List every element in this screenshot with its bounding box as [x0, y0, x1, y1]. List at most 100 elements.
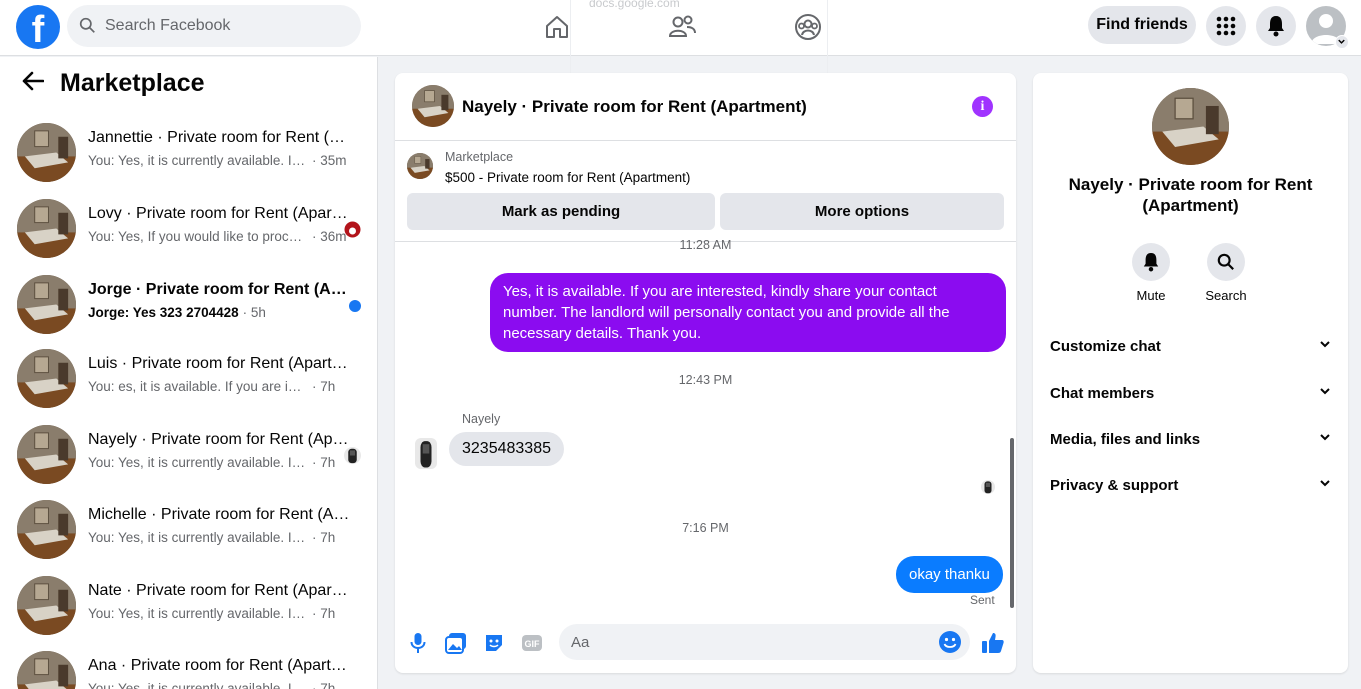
search-icon — [79, 17, 96, 39]
chat-header: Nayely · Private room for Rent (Apartmen… — [395, 73, 1016, 141]
find-friends-button[interactable]: Find friends — [1088, 6, 1196, 44]
listing-thumbnail — [17, 349, 76, 408]
timestamp: 12:43 PM — [678, 373, 733, 387]
sidebar-header: Marketplace — [22, 69, 205, 98]
mark-as-pending-button[interactable]: Mark as pending — [407, 193, 715, 230]
message-input[interactable] — [571, 624, 931, 660]
outgoing-message: okay thanku — [896, 556, 1003, 593]
listing-thumbnail — [17, 651, 76, 689]
section-label: Customize chat — [1050, 337, 1161, 355]
preview-time: · 7h — [312, 455, 336, 470]
outgoing-message: Yes, it is available. If you are interes… — [490, 273, 1006, 352]
back-arrow-icon[interactable] — [22, 71, 45, 96]
photo-icon[interactable] — [444, 631, 468, 655]
unread-dot — [349, 300, 361, 312]
menu-grid-icon[interactable] — [1206, 6, 1246, 46]
listing-thumbnail — [17, 500, 76, 559]
media-files-links-section[interactable]: Media, files and links — [1050, 424, 1332, 454]
conversation-item[interactable]: Luis · Private room for Rent (Apartment)… — [17, 349, 367, 417]
facebook-logo[interactable]: f — [16, 5, 60, 51]
marketplace-listing-bar: Marketplace $500 - Private room for Rent… — [395, 142, 1016, 242]
conversation-preview: Jorge: Yes 323 2704428 · 5h — [88, 305, 350, 320]
conversation-item[interactable]: Jannettie · Private room for Rent (Apart… — [17, 123, 367, 191]
conversation-name: Nate · Private room for Rent (Apartment) — [88, 582, 350, 599]
customize-chat-section[interactable]: Customize chat — [1050, 331, 1332, 361]
conversation-item[interactable]: Ana · Private room for Rent (Apartment) … — [17, 651, 367, 689]
preview-text: You: Yes, it is currently available. If … — [88, 153, 308, 168]
gif-icon[interactable]: GIF — [520, 631, 544, 655]
listing-thumbnail — [17, 576, 76, 635]
account-chevron-icon[interactable] — [1335, 35, 1349, 49]
friends-icon[interactable] — [666, 11, 698, 43]
emoji-icon[interactable] — [938, 630, 962, 659]
conversation-name: Michelle · Private room for Rent (Apartm… — [88, 506, 350, 523]
preview-time: · 5h — [242, 305, 266, 320]
conversation-item[interactable]: Jorge · Private room for Rent (Apartment… — [17, 275, 367, 343]
gif-label: GIF — [525, 639, 541, 649]
bell-icon[interactable] — [1132, 243, 1170, 281]
section-label: Privacy & support — [1050, 476, 1179, 494]
preview-text: You: Yes, it is currently available. If … — [88, 681, 308, 689]
preview-text: You: Yes, it is currently available. If … — [88, 455, 308, 470]
listing-thumbnail — [17, 275, 76, 334]
marketplace-label: Marketplace — [445, 150, 514, 164]
chevron-down-icon — [1318, 384, 1332, 402]
listing-thumbnail — [17, 123, 76, 182]
marketplace-sidebar: Marketplace Jannettie · Private room for… — [0, 57, 378, 689]
search-input[interactable] — [105, 5, 345, 47]
top-navigation-bar: f docs.google.com Find friends — [0, 0, 1361, 166]
listing-photo[interactable] — [1152, 88, 1229, 165]
listing-thumbnail — [17, 425, 76, 484]
sender-name: Nayely — [462, 412, 501, 426]
conversation-name: Nayely · Private room for Rent (Apartmen… — [88, 431, 350, 448]
listing-thumbnail — [17, 199, 76, 258]
more-options-button[interactable]: More options — [720, 193, 1004, 230]
search-icon[interactable] — [1207, 243, 1245, 281]
sender-avatar[interactable] — [415, 438, 437, 469]
search-box[interactable] — [67, 5, 361, 47]
chat-scrollbar[interactable] — [1010, 438, 1014, 608]
conversation-preview: You: Yes, If you would like to proceed · … — [88, 229, 350, 244]
listing-thumbnail[interactable] — [407, 153, 433, 179]
search-label: Search — [1205, 288, 1247, 303]
chat-avatar[interactable] — [412, 85, 454, 127]
conversation-preview: You: Yes, it is currently available. If … — [88, 153, 350, 168]
preview-text: You: Yes, it is currently available. If … — [88, 606, 308, 621]
conversation-preview: You: es, it is available. If you are int… — [88, 379, 350, 394]
preview-time: · 35m — [312, 153, 347, 168]
conversation-name: Jorge · Private room for Rent (Apartment… — [88, 281, 350, 298]
listing-title[interactable]: $500 - Private room for Rent (Apartment) — [445, 170, 690, 185]
chevron-down-icon — [1318, 476, 1332, 494]
info-icon[interactable]: i — [972, 96, 993, 117]
message-composer: GIF — [395, 621, 1016, 666]
chat-title[interactable]: Nayely · Private room for Rent (Apartmen… — [462, 97, 807, 117]
conversation-name: Ana · Private room for Rent (Apartment) — [88, 657, 350, 674]
conversation-item[interactable]: Michelle · Private room for Rent (Apartm… — [17, 500, 367, 568]
privacy-support-section[interactable]: Privacy & support — [1050, 470, 1332, 500]
conversation-name: Lovy · Private room for Rent (Apartment) — [88, 205, 350, 222]
sticker-icon[interactable] — [482, 631, 506, 655]
conversation-item[interactable]: Lovy · Private room for Rent (Apartment)… — [17, 199, 367, 267]
thumbs-up-icon[interactable] — [981, 631, 1005, 655]
preview-text: You: Yes, it is currently available. If … — [88, 530, 308, 545]
seen-avatar — [344, 447, 361, 464]
conversation-item[interactable]: Nayely · Private room for Rent (Apartmen… — [17, 425, 367, 493]
groups-icon[interactable] — [792, 11, 824, 43]
sent-status: Sent — [970, 593, 995, 607]
microphone-icon[interactable] — [406, 631, 430, 655]
preview-time: · 7h — [312, 606, 336, 621]
home-icon[interactable] — [541, 11, 573, 43]
chat-members-section[interactable]: Chat members — [1050, 378, 1332, 408]
conversation-item[interactable]: Nate · Private room for Rent (Apartment)… — [17, 576, 367, 644]
conversation-name: Jannettie · Private room for Rent (Apart… — [88, 129, 350, 146]
conversation-preview: You: Yes, it is currently available. If … — [88, 606, 350, 621]
preview-text: Jorge: Yes 323 2704428 — [88, 305, 239, 320]
message-input-box[interactable] — [559, 624, 970, 660]
conversation-name: Luis · Private room for Rent (Apartment) — [88, 355, 350, 372]
notifications-bell-icon[interactable] — [1256, 6, 1296, 46]
mute-button[interactable]: Mute — [1121, 243, 1181, 303]
search-in-chat-button[interactable]: Search — [1196, 243, 1256, 303]
seen-avatar — [344, 221, 361, 238]
conversation-preview: You: Yes, it is currently available. If … — [88, 455, 350, 470]
read-receipt-avatar — [981, 480, 995, 494]
